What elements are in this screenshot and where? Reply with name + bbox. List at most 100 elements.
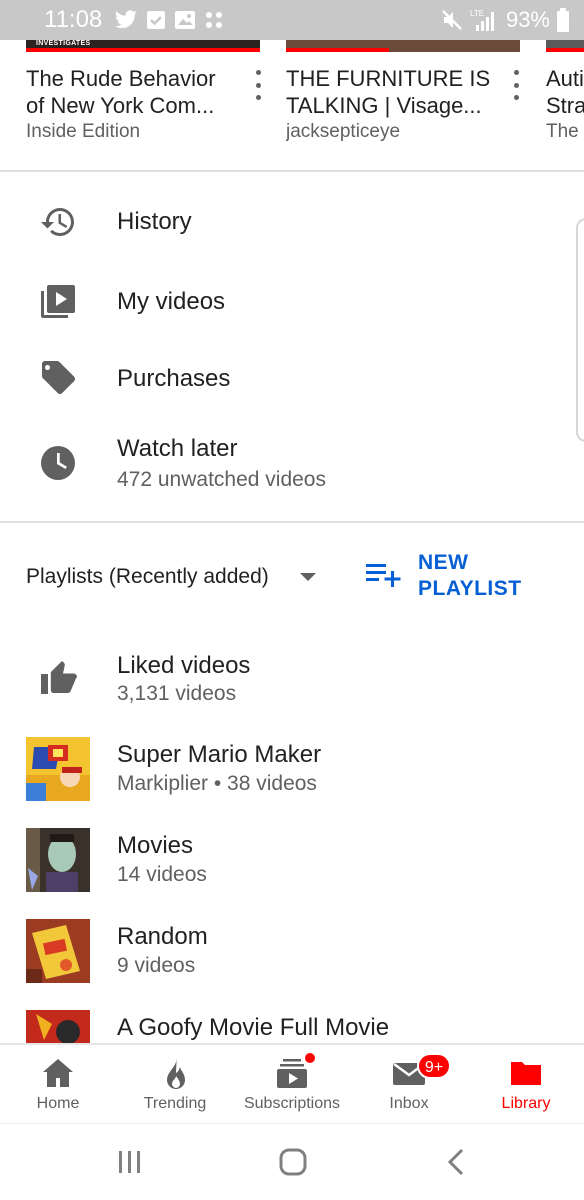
watch-later-count: 472 unwatched videos bbox=[117, 468, 326, 491]
video-channel: jacksepticeye bbox=[286, 121, 401, 142]
system-status-icons: LTE 93% bbox=[440, 6, 570, 34]
watch-later-row[interactable]: Watch later 472 unwatched videos bbox=[0, 420, 584, 510]
video-title-line: Stra bbox=[546, 93, 584, 118]
nav-subscriptions-label: Subscriptions bbox=[243, 1095, 341, 1112]
edge-panel-handle[interactable] bbox=[576, 218, 584, 442]
playlist-thumbnail-art bbox=[26, 737, 90, 801]
playlist-item-movies[interactable]: Movies 14 videos bbox=[0, 828, 584, 898]
nav-library-label: Library bbox=[501, 1095, 551, 1112]
status-bar: 11:08 LTE 93% bbox=[0, 0, 584, 40]
my-videos-row[interactable]: My videos bbox=[0, 262, 584, 340]
playlist-title: Super Mario Maker bbox=[117, 741, 322, 768]
playlist-item-goofy-movie[interactable]: A Goofy Movie Full Movie bbox=[0, 1010, 584, 1043]
new-playlist-button[interactable]: NEW PLAYLIST bbox=[366, 550, 546, 606]
dropdown-arrow-icon[interactable] bbox=[300, 573, 316, 581]
watch-later-label: Watch later bbox=[117, 435, 238, 462]
battery-icon bbox=[557, 8, 569, 32]
back-icon[interactable] bbox=[440, 1146, 476, 1178]
purchases-label: Purchases bbox=[117, 365, 231, 392]
playlist-title: Liked videos bbox=[117, 652, 251, 679]
history-row[interactable]: History bbox=[0, 184, 584, 262]
thumbnail-label: INVESTIGATES bbox=[36, 40, 91, 47]
playlist-thumbnail-art bbox=[26, 919, 90, 983]
playlist-meta: 9 videos bbox=[117, 954, 196, 977]
notification-dot bbox=[304, 1052, 316, 1064]
video-title-line: TALKING | Visage... bbox=[286, 93, 482, 118]
new-playlist-label-line: PLAYLIST bbox=[418, 577, 522, 600]
lte-signal-icon: LTE bbox=[470, 9, 494, 31]
recent-video-card[interactable]: THE FURNITURE IS TALKING | Visage... jac… bbox=[286, 40, 520, 170]
playlist-thumbnail-art bbox=[26, 828, 90, 892]
recent-videos-strip: INVESTIGATES The Rude Behavior of New Yo… bbox=[0, 40, 584, 170]
video-title[interactable]: THE FURNITURE IS TALKING | Visage... bbox=[286, 65, 506, 119]
nav-subscriptions[interactable]: Subscriptions bbox=[234, 1045, 350, 1123]
nav-inbox-label: Inbox bbox=[389, 1095, 429, 1112]
new-playlist-label: NEW PLAYLIST bbox=[418, 550, 548, 602]
nav-home[interactable]: Home bbox=[0, 1045, 116, 1123]
bottom-navigation: Home Trending Subscriptions 9+ Inbox Lib… bbox=[0, 1043, 584, 1123]
history-icon bbox=[41, 208, 74, 236]
new-playlist-label-line: NEW bbox=[418, 551, 469, 574]
tag-icon bbox=[42, 361, 75, 394]
mute-icon bbox=[442, 10, 462, 30]
recent-apps-icon[interactable] bbox=[112, 1146, 148, 1178]
video-channel: The V bbox=[546, 121, 584, 142]
playlist-thumbnail[interactable] bbox=[26, 1010, 90, 1043]
playlist-item-super-mario-maker[interactable]: Super Mario Maker Markiplier • 38 videos bbox=[0, 737, 584, 807]
battery-percent: 93% bbox=[505, 7, 550, 32]
playlist-item-random[interactable]: Random 9 videos bbox=[0, 919, 584, 989]
system-navigation-bar bbox=[0, 1123, 584, 1200]
clock-icon bbox=[41, 446, 75, 480]
my-videos-icon bbox=[41, 285, 75, 318]
nav-inbox[interactable]: 9+ Inbox bbox=[351, 1045, 467, 1123]
playlist-meta: Markiplier • 38 videos bbox=[117, 772, 317, 795]
inbox-badge: 9+ bbox=[417, 1053, 451, 1079]
playlist-title: Movies bbox=[117, 832, 194, 859]
video-title-line: The Rude Behavior bbox=[26, 66, 216, 91]
playlist-thumbnail[interactable] bbox=[26, 828, 90, 892]
playlist-title: Random bbox=[117, 923, 208, 950]
nav-trending[interactable]: Trending bbox=[117, 1045, 233, 1123]
add-playlist-icon bbox=[366, 564, 401, 587]
playlist-item-liked-videos[interactable]: Liked videos 3,131 videos bbox=[0, 647, 584, 717]
flame-icon bbox=[167, 1058, 185, 1089]
recent-video-card[interactable]: Auti Stra The V bbox=[546, 40, 584, 170]
playlist-meta: 14 videos bbox=[117, 863, 207, 886]
more-options-icon[interactable] bbox=[508, 70, 524, 100]
video-thumbnail[interactable] bbox=[286, 40, 520, 52]
twitter-icon bbox=[115, 10, 137, 29]
watch-progress-bar bbox=[286, 48, 389, 52]
playlist-thumbnail-art bbox=[26, 1010, 90, 1043]
video-thumbnail[interactable]: INVESTIGATES bbox=[26, 40, 260, 52]
my-videos-label: My videos bbox=[117, 288, 226, 315]
video-title[interactable]: Auti Stra bbox=[546, 65, 584, 119]
playlist-thumbnail[interactable] bbox=[26, 919, 90, 983]
video-title[interactable]: The Rude Behavior of New York Com... bbox=[26, 65, 246, 119]
purchases-row[interactable]: Purchases bbox=[0, 340, 584, 418]
home-button-icon[interactable] bbox=[275, 1146, 311, 1178]
nav-home-label: Home bbox=[36, 1095, 80, 1112]
nav-library[interactable]: Library bbox=[468, 1045, 584, 1123]
video-title-line: Auti bbox=[546, 66, 584, 91]
notification-icons bbox=[114, 8, 226, 32]
video-thumbnail[interactable] bbox=[546, 40, 584, 52]
subscriptions-icon bbox=[277, 1059, 307, 1088]
dots-icon bbox=[206, 12, 222, 28]
video-title-line: THE FURNITURE IS bbox=[286, 66, 491, 91]
divider bbox=[0, 170, 584, 172]
thumbs-up-icon bbox=[41, 661, 77, 694]
playlists-sort-dropdown[interactable]: Playlists (Recently added) bbox=[26, 565, 269, 589]
recent-video-card[interactable]: INVESTIGATES The Rude Behavior of New Yo… bbox=[26, 40, 260, 170]
svg-text:LTE: LTE bbox=[470, 9, 484, 18]
nav-trending-label: Trending bbox=[143, 1095, 207, 1112]
playlist-thumbnail[interactable] bbox=[26, 737, 90, 801]
check-icon bbox=[147, 11, 165, 29]
watch-progress-bar bbox=[26, 48, 260, 52]
playlist-title: A Goofy Movie Full Movie bbox=[117, 1014, 390, 1041]
status-time: 11:08 bbox=[44, 6, 103, 33]
divider bbox=[0, 521, 584, 523]
more-options-icon[interactable] bbox=[250, 70, 266, 100]
video-channel: Inside Edition bbox=[26, 121, 141, 142]
video-title-line: of New York Com... bbox=[26, 93, 215, 118]
watch-progress-bar bbox=[546, 48, 584, 52]
